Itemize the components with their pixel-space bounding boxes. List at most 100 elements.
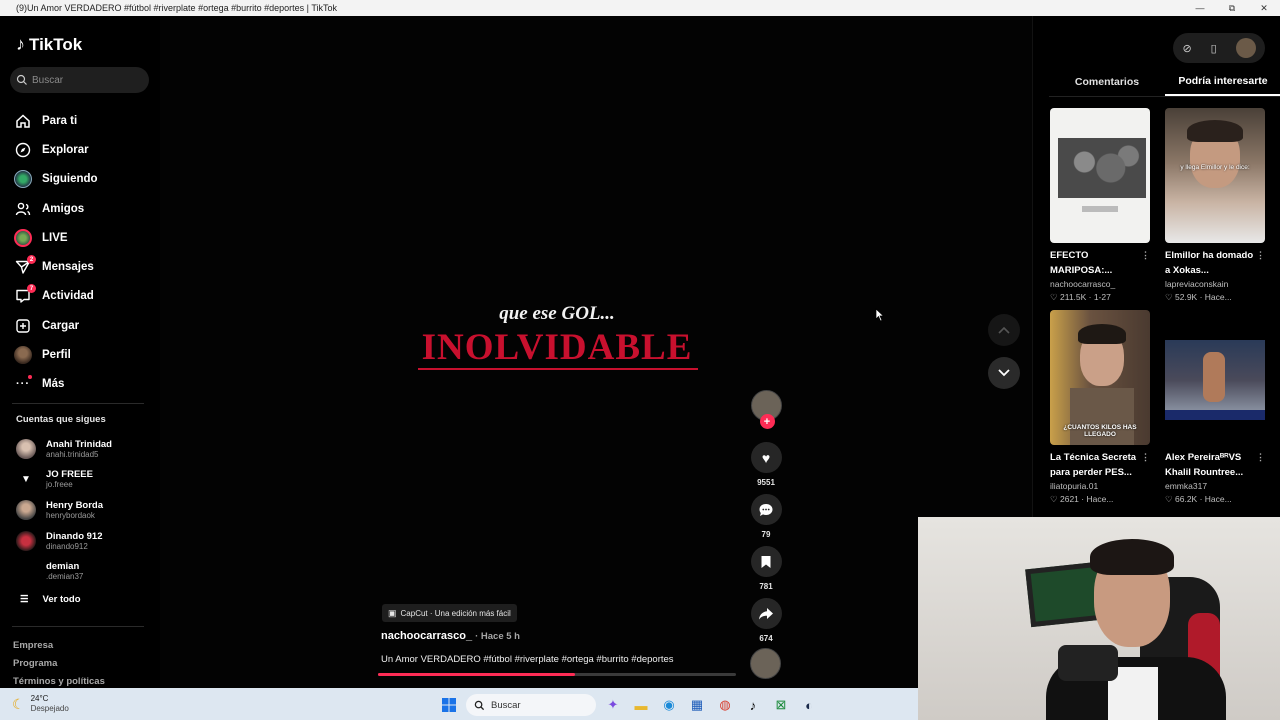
more-options-icon[interactable]: ⋮ — [1141, 248, 1150, 263]
recommended-card[interactable]: y llega Elmillor y le dice: Elmillor ha … — [1165, 108, 1265, 310]
windows-taskbar: ☾ 24°C Despejado Buscar ✦ ▬ ◉ ▦ ◍ ♪ ⊠ ◐ — [0, 688, 918, 720]
weather-widget[interactable]: ☾ 24°C Despejado — [12, 694, 69, 714]
previous-video-button[interactable] — [988, 314, 1020, 346]
video-player[interactable]: que ese GOL... INOLVIDABLE + ♥ 9551 79 7… — [160, 16, 1032, 688]
profile-avatar — [14, 346, 32, 365]
following-name: Henry Borda — [46, 499, 104, 511]
capcut-icon: ▣ — [388, 607, 397, 618]
tiktok-note-icon: ♪ — [16, 34, 25, 54]
file-explorer-icon[interactable]: ▬ — [630, 695, 652, 715]
sidebar: ♪ TikTok Buscar Para ti Explorar Siguien… — [0, 16, 160, 688]
maximize-button[interactable]: ⧉ — [1216, 0, 1248, 16]
nav-item-siguiendo[interactable]: Siguiendo — [14, 165, 98, 194]
nav-item-para-ti[interactable]: Para ti — [14, 106, 98, 135]
card-author: lapreviaconskain — [1165, 279, 1229, 289]
nav-item-mensajes[interactable]: 2 Mensajes — [14, 252, 98, 281]
windows-start-icon[interactable] — [438, 695, 460, 715]
share-count: 674 — [759, 634, 773, 643]
following-name: JO FREEE — [46, 469, 93, 481]
copilot-icon[interactable]: ✦ — [602, 695, 624, 715]
sidebar-divider — [12, 626, 144, 627]
search-input[interactable]: Buscar — [10, 67, 149, 93]
close-button[interactable]: ✕ — [1248, 0, 1280, 16]
live-icon — [14, 228, 32, 247]
store-icon[interactable]: ▦ — [686, 695, 708, 715]
nav-item-live[interactable]: LIVE — [14, 223, 98, 252]
nav-item-perfil[interactable]: Perfil — [14, 340, 98, 369]
following-item[interactable]: ▼ JO FREEE jo.freee — [16, 465, 112, 496]
webcam-overlay — [918, 517, 1280, 720]
next-video-avatar[interactable] — [750, 648, 781, 679]
minimize-button[interactable]: — — [1184, 0, 1216, 16]
moon-icon: ☾ — [12, 695, 25, 712]
card-when: Hace... — [1086, 494, 1114, 504]
tiktok-app-icon[interactable]: ♪ — [742, 695, 764, 715]
tiktok-logo[interactable]: ♪ TikTok — [16, 34, 82, 55]
more-options-icon[interactable]: ⋮ — [1256, 248, 1265, 263]
following-title: Cuentas que sigues — [16, 414, 106, 425]
following-item[interactable]: Henry Borda henrybordaok — [16, 495, 112, 526]
compass-icon[interactable]: ⊘ — [1182, 42, 1191, 55]
recommended-card[interactable]: EFECTO MARIPOSA:... ⋮ nachoocarrasco_ ♡ 2… — [1050, 108, 1150, 310]
nav-item-mas[interactable]: ··· Más — [14, 370, 98, 399]
like-button[interactable]: ♥ 9551 — [750, 442, 782, 494]
save-button[interactable]: 781 — [750, 546, 782, 598]
steam-icon[interactable]: ◐ — [798, 695, 820, 715]
nav-item-amigos[interactable]: Amigos — [14, 194, 98, 223]
tab-podria-interesarte[interactable]: Podría interesarte — [1165, 68, 1280, 96]
more-dot-badge — [28, 375, 32, 380]
sidebar-divider — [12, 403, 144, 404]
video-thumbnail — [1050, 108, 1150, 243]
nav-label: Explorar — [42, 143, 89, 156]
capcut-label: CapCut · Una edición más fácil — [400, 608, 511, 618]
recommended-grid: EFECTO MARIPOSA:... ⋮ nachoocarrasco_ ♡ 2… — [1050, 108, 1266, 512]
card-likes: 2621 — [1060, 494, 1079, 504]
following-handle: .demian37 — [46, 572, 84, 582]
header-actions: ⊘ ▯ — [1173, 33, 1265, 63]
following-item[interactable]: demian .demian37 — [16, 556, 112, 587]
edge-icon[interactable]: ◉ — [658, 695, 680, 715]
user-avatar[interactable] — [1235, 38, 1256, 58]
chrome-icon[interactable]: ◍ — [714, 695, 736, 715]
phone-icon[interactable]: ▯ — [1211, 42, 1217, 55]
following-name: Anahi Trinidad — [46, 438, 112, 450]
following-item[interactable]: Dinando 912 dinando912 — [16, 526, 112, 557]
card-title: La Técnica Secreta para perder PES... — [1050, 452, 1137, 478]
footer-link-empresa[interactable]: Empresa — [13, 637, 105, 655]
recommended-card[interactable]: ¿CUANTOS KILOS HAS LLEGADO La Técnica Se… — [1050, 310, 1150, 512]
nav-label: Actividad — [42, 290, 94, 303]
xbox-icon[interactable]: ⊠ — [770, 695, 792, 715]
upload-icon — [14, 317, 32, 335]
nav-item-cargar[interactable]: Cargar — [14, 311, 98, 340]
creator-avatar-button[interactable]: + — [750, 390, 782, 440]
see-all-button[interactable]: ☰ Ver todo — [20, 594, 81, 605]
capcut-badge[interactable]: ▣ CapCut · Una edición más fácil — [382, 604, 517, 622]
recommended-card[interactable]: Alex PereiraᴮᴿVS Khalil Rountree... ⋮ emm… — [1165, 310, 1265, 512]
follow-plus-icon[interactable]: + — [759, 414, 775, 429]
share-button[interactable]: 674 — [750, 598, 782, 650]
nav-label: Mensajes — [42, 261, 94, 274]
taskbar-search[interactable]: Buscar — [466, 694, 596, 716]
tab-comentarios[interactable]: Comentarios — [1049, 68, 1165, 96]
author-name[interactable]: nachoocarrasco_ — [381, 630, 472, 642]
nav-item-explorar[interactable]: Explorar — [14, 135, 98, 164]
more-options-icon[interactable]: ⋮ — [1256, 450, 1265, 465]
footer-link-programa[interactable]: Programa — [13, 655, 105, 673]
comment-button[interactable]: 79 — [750, 494, 782, 546]
avatar — [16, 439, 36, 460]
progress-fill — [378, 673, 575, 676]
list-icon: ☰ — [20, 594, 29, 605]
following-icon — [14, 170, 32, 189]
friends-icon — [14, 200, 32, 218]
nav-item-actividad[interactable]: 7 Actividad — [14, 282, 98, 311]
following-list: Anahi Trinidad anahi.trinidad5 ▼ JO FREEE… — [16, 434, 112, 587]
card-meta: ♡ 66.2K · Hace... — [1165, 494, 1232, 504]
card-title: Elmillor ha domado a Xokas... — [1165, 250, 1254, 276]
heart-outline-icon: ♡ — [1050, 494, 1058, 504]
following-item[interactable]: Anahi Trinidad anahi.trinidad5 — [16, 434, 112, 465]
video-progress-bar[interactable] — [378, 673, 736, 676]
comment-count: 79 — [761, 530, 771, 539]
more-options-icon[interactable]: ⋮ — [1141, 450, 1150, 465]
thumb-caption: ¿CUANTOS KILOS HAS LLEGADO — [1063, 424, 1137, 438]
next-video-button[interactable] — [988, 357, 1020, 389]
